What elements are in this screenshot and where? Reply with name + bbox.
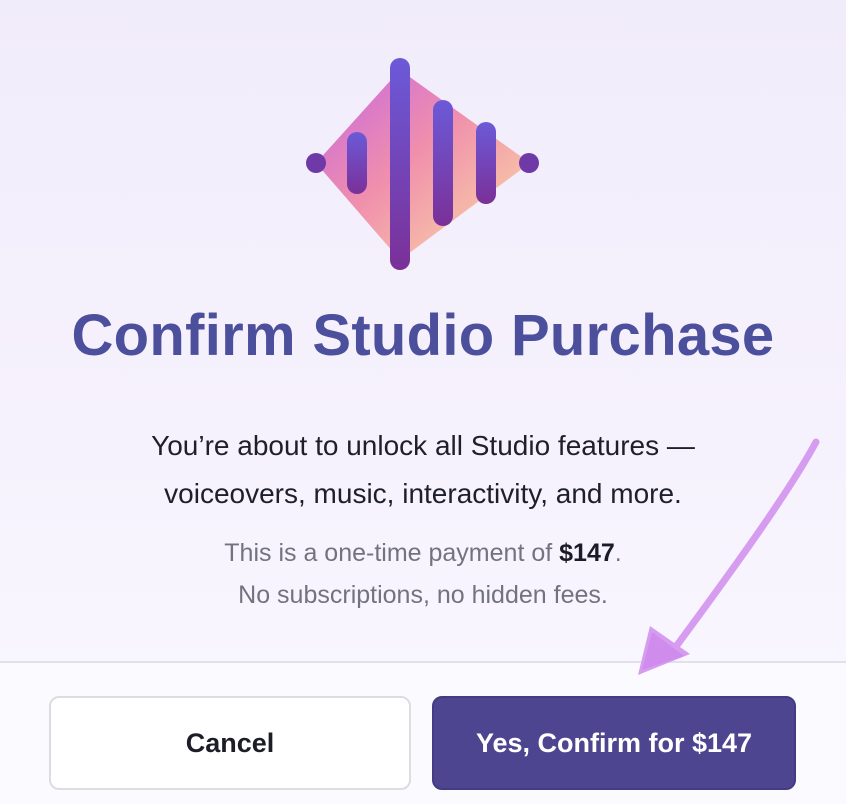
confirm-purchase-button[interactable]: Yes, Confirm for $147 xyxy=(432,696,796,790)
description-line-1: You’re about to unlock all Studio featur… xyxy=(151,430,695,461)
price-note-suffix: . xyxy=(614,539,622,567)
price-amount: $147 xyxy=(559,539,615,567)
price-note-line-2: No subscriptions, no hidden fees. xyxy=(238,581,608,609)
cancel-button[interactable]: Cancel xyxy=(49,696,411,790)
dialog-title: Confirm Studio Purchase xyxy=(71,303,775,368)
purchase-confirm-dialog: Confirm Studio Purchase You’re about to … xyxy=(0,0,846,804)
description-line-2: voiceovers, music, interactivity, and mo… xyxy=(164,478,682,509)
audio-waveform-icon xyxy=(306,58,539,270)
dialog-description: You’re about to unlock all Studio featur… xyxy=(0,422,846,518)
price-note-prefix: This is a one-time payment of xyxy=(224,539,560,567)
price-note: This is a one-time payment of $147. No s… xyxy=(0,532,846,616)
